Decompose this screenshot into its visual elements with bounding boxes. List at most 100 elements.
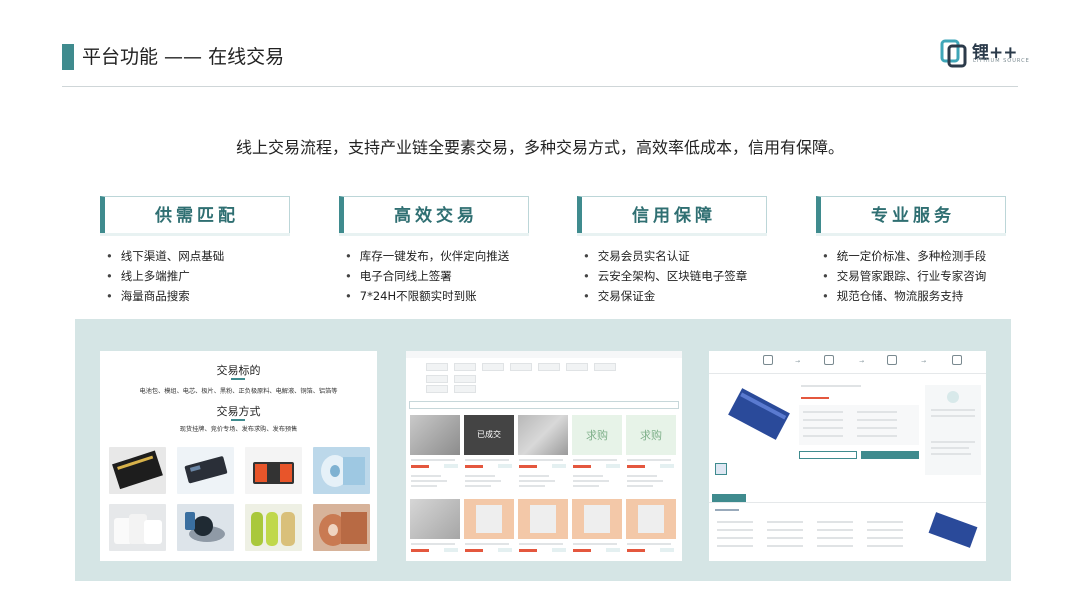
title-accent-bar: [62, 44, 74, 70]
filter-chip[interactable]: [594, 363, 616, 371]
feature-item: 线上多端推广: [106, 266, 290, 286]
heading-underline: [231, 378, 245, 380]
product-image-battery-cell: [177, 447, 234, 494]
feature-item: 交易管家跟踪、行业专家咨询: [822, 266, 1006, 286]
listing-image: 求购: [626, 415, 676, 455]
listing-image: [410, 415, 460, 455]
product-thumbnail[interactable]: [715, 463, 727, 475]
process-divider: [709, 373, 986, 374]
product-image-black-powder: [177, 504, 234, 551]
screenshot-product-detail: → → →: [709, 351, 986, 561]
product-image-copper-foil: [313, 504, 370, 551]
intro-text: 线上交易流程，支持产业链全要素交易，多种交易方式，高效率低成本，信用有保障。: [235, 138, 844, 157]
want-buy-label: 求购: [640, 429, 662, 442]
listing-image: [410, 499, 460, 539]
listing-card[interactable]: [464, 499, 514, 561]
feature-title: 供需匹配: [100, 196, 290, 236]
listing-image: 已成交: [464, 415, 514, 455]
process-step-icon: [763, 355, 773, 365]
arrow-icon: →: [795, 358, 801, 365]
listing-image: 求购: [572, 415, 622, 455]
feature-item: 库存一键发布，伙伴定向推送: [345, 246, 529, 266]
feature-item: 电子合同线上签署: [345, 266, 529, 286]
feature-item: 统一定价标准、多种检测手段: [822, 246, 1006, 266]
listing-card[interactable]: 求购: [572, 415, 622, 495]
add-to-cart-button[interactable]: [799, 451, 857, 459]
listing-card[interactable]: [518, 415, 568, 495]
feature-list: 统一定价标准、多种检测手段 交易管家跟踪、行业专家咨询 规范仓储、物流服务支持: [816, 246, 1006, 306]
filter-chip[interactable]: [426, 375, 448, 383]
product-title-line: [801, 385, 861, 387]
feature-item: 7*24H不限额实时到账: [345, 286, 529, 306]
page-title: 平台功能 —— 在线交易: [82, 46, 285, 68]
feature-item: 交易会员实名认证: [583, 246, 767, 266]
listing-card[interactable]: [626, 499, 676, 561]
logo-subtitle: LITHIUM SOURCE: [973, 58, 1030, 64]
header-divider: [62, 86, 1018, 87]
search-input[interactable]: [409, 401, 679, 409]
product-image-electrode-rolls: [245, 504, 302, 551]
listing-image: [464, 499, 514, 539]
feature-title: 高效交易: [339, 196, 529, 236]
filter-chip[interactable]: [538, 363, 560, 371]
filter-chip[interactable]: [426, 385, 448, 393]
product-price-line: [801, 397, 829, 399]
filter-chip[interactable]: [510, 363, 532, 371]
feature-list: 线下渠道、网点基础 线上多端推广 海量商品搜索: [100, 246, 290, 306]
trading-methods-heading: 交易方式: [216, 405, 261, 418]
want-buy-label: 求购: [586, 429, 608, 442]
detail-product-image: [921, 509, 983, 557]
feature-list: 交易会员实名认证 云安全架构、区块链电子签章 交易保证金: [577, 246, 767, 306]
feature-title: 专业服务: [816, 196, 1006, 236]
filter-chip[interactable]: [454, 375, 476, 383]
feature-item: 规范仓储、物流服务支持: [822, 286, 1006, 306]
filter-chip[interactable]: [454, 385, 476, 393]
feature-professional-service: 专业服务 统一定价标准、多种检测手段 交易管家跟踪、行业专家咨询 规范仓储、物流…: [816, 196, 1006, 306]
feature-list: 库存一键发布，伙伴定向推送 电子合同线上签署 7*24H不限额实时到账: [339, 246, 529, 306]
product-main-image: [714, 379, 794, 459]
trading-targets-text: 电池包、模组、电芯、极片、黑粉、正负极原料、电解液、铜箔、铝箔等: [139, 388, 338, 395]
feature-supply-demand: 供需匹配 线下渠道、网点基础 线上多端推广 海量商品搜索: [100, 196, 290, 306]
listing-image: [518, 499, 568, 539]
process-step-icon: [952, 355, 962, 365]
listing-image: [626, 499, 676, 539]
marketplace-nav-bar: [406, 351, 682, 358]
detail-tab[interactable]: [712, 494, 746, 502]
filter-chip[interactable]: [482, 363, 504, 371]
listing-image: [572, 499, 622, 539]
feature-efficient-trade: 高效交易 库存一键发布，伙伴定向推送 电子合同线上签署 7*24H不限额实时到账: [339, 196, 529, 306]
process-step-icon: [887, 355, 897, 365]
arrow-icon: →: [859, 358, 865, 365]
feature-item: 云安全架构、区块链电子签章: [583, 266, 767, 286]
listing-card[interactable]: [410, 415, 460, 495]
listing-card[interactable]: [518, 499, 568, 561]
buy-now-button[interactable]: [861, 451, 919, 459]
product-image-battery-pack: [245, 447, 302, 494]
process-step-icon: [824, 355, 834, 365]
arrow-icon: →: [921, 358, 927, 365]
listing-card[interactable]: 求购: [626, 415, 676, 495]
listing-card[interactable]: 已成交: [464, 415, 514, 495]
filter-chip[interactable]: [426, 363, 448, 371]
listing-image: [518, 415, 568, 455]
feature-credit-guarantee: 信用保障 交易会员实名认证 云安全架构、区块链电子签章 交易保证金: [577, 196, 767, 306]
screenshot-trading-targets: 交易标的 电池包、模组、电芯、极片、黑粉、正负极原料、电解液、铜箔、铝箔等 交易…: [100, 351, 377, 561]
sold-overlay-label: 已成交: [477, 430, 501, 439]
feature-item: 线下渠道、网点基础: [106, 246, 290, 266]
trading-targets-heading: 交易标的: [216, 364, 261, 377]
screenshot-marketplace: 已成交 求购 求购: [406, 351, 682, 561]
feature-item: 交易保证金: [583, 286, 767, 306]
heading-underline: [231, 419, 245, 421]
listing-card[interactable]: [410, 499, 460, 561]
product-image-powder-bags: [109, 504, 166, 551]
seller-avatar-icon: [947, 391, 959, 403]
detail-divider: [709, 502, 986, 503]
feature-title: 信用保障: [577, 196, 767, 236]
feature-item: 海量商品搜索: [106, 286, 290, 306]
trading-methods-text: 现货挂牌、竞价专场、发布求购、发布预售: [179, 426, 298, 433]
product-image-battery-module: [109, 447, 166, 494]
filter-chip[interactable]: [566, 363, 588, 371]
product-image-foil-roll: [313, 447, 370, 494]
filter-chip[interactable]: [454, 363, 476, 371]
listing-card[interactable]: [572, 499, 622, 561]
